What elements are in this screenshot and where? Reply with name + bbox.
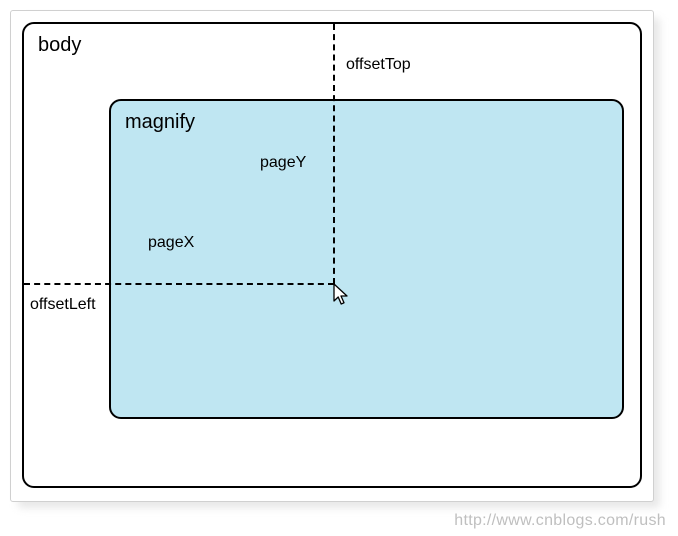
dashed-vertical-line — [333, 24, 335, 284]
page-x-label: pageX — [148, 234, 194, 252]
watermark-text: http://www.cnblogs.com/rush — [454, 512, 666, 530]
dashed-horizontal-line — [24, 283, 334, 285]
body-label: body — [38, 34, 81, 57]
diagram-stage: body magnify offsetTop offsetLeft pageY … — [0, 0, 678, 536]
cursor-arrow-icon — [332, 282, 352, 306]
page-y-label: pageY — [260, 154, 306, 172]
magnify-box: magnify — [109, 99, 624, 419]
offset-top-label: offsetTop — [346, 56, 411, 74]
magnify-label: magnify — [125, 111, 195, 134]
offset-left-label: offsetLeft — [30, 296, 96, 314]
body-box: body magnify offsetTop offsetLeft pageY … — [22, 22, 642, 488]
